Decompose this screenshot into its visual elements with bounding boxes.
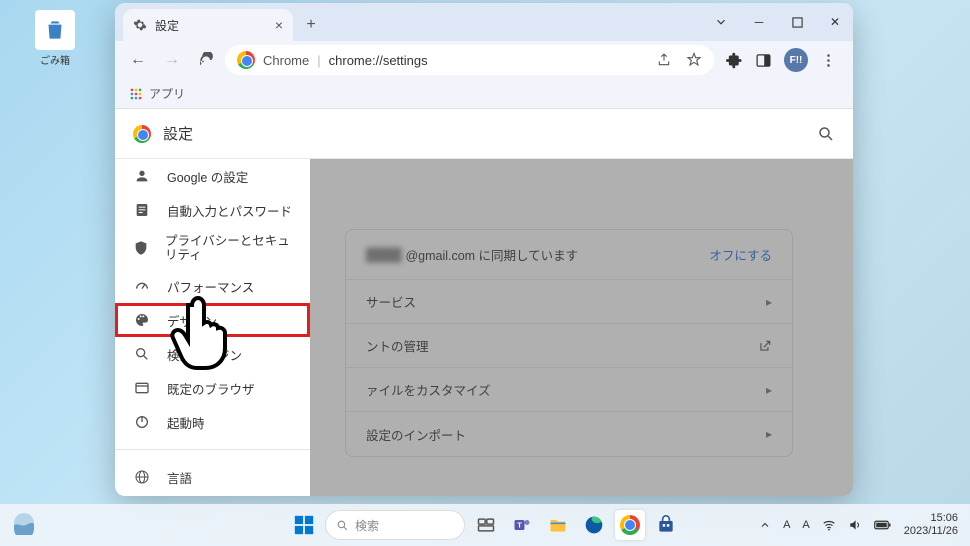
url-input[interactable]: Chrome | chrome://settings [225,45,714,75]
search-icon [336,519,349,532]
nav-divider [115,449,310,450]
settings-header: 設定 [115,109,853,159]
back-button[interactable]: ← [123,45,153,75]
volume-icon[interactable] [848,518,862,532]
recycle-bin-label: ごみ箱 [30,52,80,67]
palette-icon [133,311,151,329]
reload-button[interactable] [191,45,221,75]
nav-search-engine[interactable]: 検索エンジン [115,337,310,371]
task-view-button[interactable] [471,510,501,540]
start-button[interactable] [289,510,319,540]
settings-title: 設定 [163,123,193,144]
nav-performance[interactable]: パフォーマンス [115,269,310,303]
minimize-button[interactable]: ─ [741,3,777,41]
widgets-button[interactable] [12,511,40,539]
nav-privacy[interactable]: プライバシーとセキュリティ [115,227,310,269]
apps-icon[interactable] [129,87,143,101]
menu-icon[interactable] [820,52,837,69]
svg-text:T: T [517,521,522,530]
nav-language[interactable]: 言語 [115,460,310,494]
search-icon [133,345,151,363]
nav-google[interactable]: Google の設定 [115,159,310,193]
forward-button[interactable]: → [157,45,187,75]
explorer-icon[interactable] [543,510,573,540]
recycle-bin-icon [35,10,75,50]
titlebar: 設定 × + ─ ✕ [115,3,853,41]
nav-autofill[interactable]: 自動入力とパスワード [115,193,310,227]
extensions-icon[interactable] [726,52,743,69]
chrome-icon [237,51,255,69]
browser-icon [133,379,151,397]
nav-downloads[interactable]: ダウンロード [115,494,310,496]
settings-search-icon[interactable] [817,125,835,143]
new-tab-button[interactable]: + [297,11,325,39]
share-icon[interactable] [656,52,672,68]
store-icon[interactable] [651,510,681,540]
globe-icon [133,468,151,486]
clock[interactable]: 15:06 2023/11/26 [904,512,958,538]
gauge-icon [133,277,151,295]
url-path: chrome://settings [329,53,428,68]
chrome-logo-icon [133,125,151,143]
browser-tab[interactable]: 設定 × [123,9,293,41]
side-panel-icon[interactable] [755,52,772,69]
nav-startup[interactable]: 起動時 [115,405,310,439]
addressbar: ← → Chrome | chrome://settings F!! [115,41,853,79]
ime-mode-icon[interactable]: A [802,519,809,531]
chrome-taskbar-icon[interactable] [615,510,645,540]
tab-dropdown-icon[interactable] [703,3,739,41]
taskbar: 検索 T A A 15:06 2023/11/26 [0,504,970,546]
taskbar-search[interactable]: 検索 [325,510,465,540]
tab-close-icon[interactable]: × [275,17,283,33]
autofill-icon [133,201,151,219]
recycle-bin[interactable]: ごみ箱 [30,10,80,67]
chrome-window: 設定 × + ─ ✕ ← → Chrome | chrome://setting… [115,3,853,496]
profile-avatar[interactable]: F!! [784,48,808,72]
edge-icon[interactable] [579,510,609,540]
battery-icon[interactable] [874,518,892,532]
content-area: 設定 ████ @gmail.com に同期しています オフにする サービス▸ … [115,109,853,496]
tab-title: 設定 [155,17,179,34]
apps-label[interactable]: アプリ [149,85,185,102]
bookmark-icon[interactable] [686,52,702,68]
wifi-icon[interactable] [822,518,836,532]
power-icon [133,413,151,431]
settings-sidebar: Google の設定 自動入力とパスワード プライバシーとセキュリティ パフォー… [115,159,310,496]
close-button[interactable]: ✕ [817,3,853,41]
nav-default-browser[interactable]: 既定のブラウザ [115,371,310,405]
url-prefix: Chrome [263,53,309,68]
shield-icon [133,239,149,257]
gear-icon [133,18,147,32]
maximize-button[interactable] [779,3,815,41]
bookmarks-bar: アプリ [115,79,853,109]
ime-indicator[interactable]: A [783,519,790,531]
nav-appearance[interactable]: デザイン [115,303,310,337]
teams-icon[interactable]: T [507,510,537,540]
person-icon [133,167,151,185]
tray-chevron-icon[interactable] [759,519,771,531]
